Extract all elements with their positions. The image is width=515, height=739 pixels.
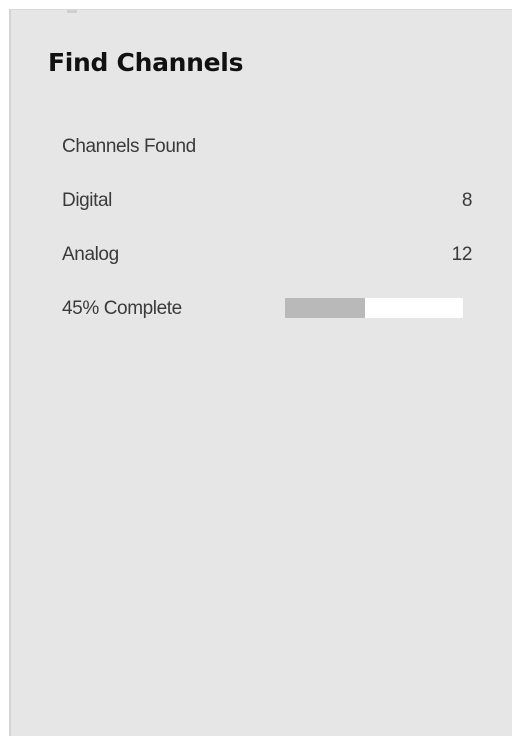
page-title: Find Channels	[48, 48, 244, 77]
progress-bar	[285, 298, 463, 318]
panel-top-edge-mark	[67, 10, 77, 13]
digital-count: 8	[461, 190, 473, 211]
progress-bar-fill	[285, 298, 366, 318]
analog-count: 12	[451, 244, 473, 265]
find-channels-panel: Find Channels Channels Found Digital 8 A…	[9, 9, 512, 736]
digital-label: Digital	[62, 190, 112, 211]
digital-row: Digital 8	[62, 188, 472, 214]
progress-label: 45% Complete	[62, 298, 182, 319]
channels-found-label: Channels Found	[62, 136, 196, 157]
channels-found-row: Channels Found	[62, 134, 472, 160]
analog-row: Analog 12	[62, 242, 472, 268]
analog-label: Analog	[62, 244, 119, 265]
